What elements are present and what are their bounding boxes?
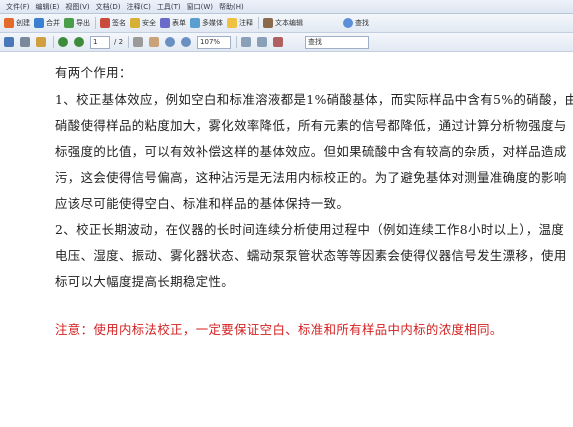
hand-tool-button[interactable] [149,37,161,47]
menu-tools[interactable]: 工具(T) [157,2,181,12]
save-icon [4,37,14,47]
arrow-up-icon [58,37,68,47]
comment-button[interactable]: 注释 [227,18,253,28]
document-line: 标强度的比值，可以有效补偿这样的基体效应。但如果硫酸中含有较高的杂质，对样品造成 [55,144,567,159]
search-icon [343,18,353,28]
comment-icon [227,18,237,28]
email-button[interactable] [36,37,48,47]
sign-icon [100,18,110,28]
fit-page-button[interactable] [241,37,253,47]
zoom-select[interactable]: 107% [197,35,232,49]
combine-button[interactable]: 合并 [34,18,60,28]
menu-window[interactable]: 窗口(W) [187,2,213,12]
document-line: 污，这会使得信号偏高，这种沾污是无法用内标校正的。为了避免基体对测量准确度的影响 [55,170,567,185]
print-icon [20,37,30,47]
document-line: 有两个作用： [55,65,132,80]
toolbar-separator [95,17,96,29]
toolbar-separator [128,36,130,48]
note-text: 注意：使用内标法校正，一定要保证空白、标准和所有样品中内标的浓度相同。 [55,322,503,337]
menu-document[interactable]: 文档(D) [96,2,121,12]
navigation-toolbar: 1 / 2 107% 查找 [0,33,573,52]
zoom-out-icon [165,37,176,47]
search-input[interactable]: 查找 [305,35,370,49]
document-line: 电压、湿度、振动、雾化器状态、蠕动泵泵管状态等等因素会使得仪器信号发生漂移，使用 [55,248,567,263]
select-tool-button[interactable] [133,37,145,47]
menu-help[interactable]: 帮助(H) [219,2,244,12]
fit-width-icon [257,37,268,47]
menu-view[interactable]: 视图(V) [65,2,89,12]
menu-file[interactable]: 文件(F) [6,2,30,12]
toolbar-separator [236,36,238,48]
stamp-button[interactable] [273,37,285,47]
save-button[interactable] [4,37,16,47]
create-button[interactable]: 创建 [4,18,30,28]
email-icon [36,37,46,47]
toolbar-separator [258,17,259,29]
toolbar-separator [53,36,54,48]
arrow-down-icon [74,37,84,47]
text-edit-button[interactable]: 文本编辑 [263,18,303,28]
forms-button[interactable]: 表单 [160,18,186,28]
page-total: / 2 [114,38,124,46]
main-toolbar: 创建 合并 导出 签名 安全 表单 多媒体 注释 文本编辑 查找 [0,14,573,33]
zoom-out-button[interactable] [165,37,177,47]
export-button[interactable]: 导出 [64,18,90,28]
cursor-icon [133,37,144,47]
stamp-icon [273,37,284,47]
forms-icon [160,18,170,28]
fit-page-icon [241,37,252,47]
document-page: 有两个作用： 1、校正基体效应，例如空白和标准溶液都是1%硝酸基体，而实际样品中… [0,52,573,427]
fit-width-button[interactable] [257,37,269,47]
document-line: 硝酸使得样品的粘度加大，雾化效率降低，所有元素的信号都降低，通过计算分析物强度与 [55,118,567,133]
menu-edit[interactable]: 编辑(E) [36,2,60,12]
sign-button[interactable]: 签名 [100,18,126,28]
zoom-in-icon [181,37,192,47]
multimedia-icon [190,18,200,28]
hand-icon [149,37,160,47]
combine-icon [34,18,44,28]
next-page-button[interactable] [74,37,86,47]
document-line: 标可以大幅度提高长期稳定性。 [55,274,235,289]
document-line: 应该尽可能使得空白、标准和样品的基体保持一致。 [55,196,350,211]
previous-page-button[interactable] [58,37,70,47]
create-icon [4,18,14,28]
lock-icon [130,18,140,28]
text-edit-icon [263,18,273,28]
find-button[interactable]: 查找 [343,18,369,28]
print-button[interactable] [20,37,32,47]
zoom-in-button[interactable] [181,37,193,47]
multimedia-button[interactable]: 多媒体 [190,18,223,28]
menu-comment[interactable]: 注释(C) [127,2,151,12]
export-icon [64,18,74,28]
document-line: 2、校正长期波动，在仪器的长时间连续分析使用过程中（例如连续工作8小时以上），温… [55,222,565,237]
document-line: 1、校正基体效应，例如空白和标准溶液都是1%硝酸基体，而实际样品中含有5%的硝酸… [55,92,573,107]
menu-bar: 文件(F) 编辑(E) 视图(V) 文档(D) 注释(C) 工具(T) 窗口(W… [0,0,573,14]
page-number-input[interactable]: 1 [90,35,110,49]
secure-button[interactable]: 安全 [130,18,156,28]
